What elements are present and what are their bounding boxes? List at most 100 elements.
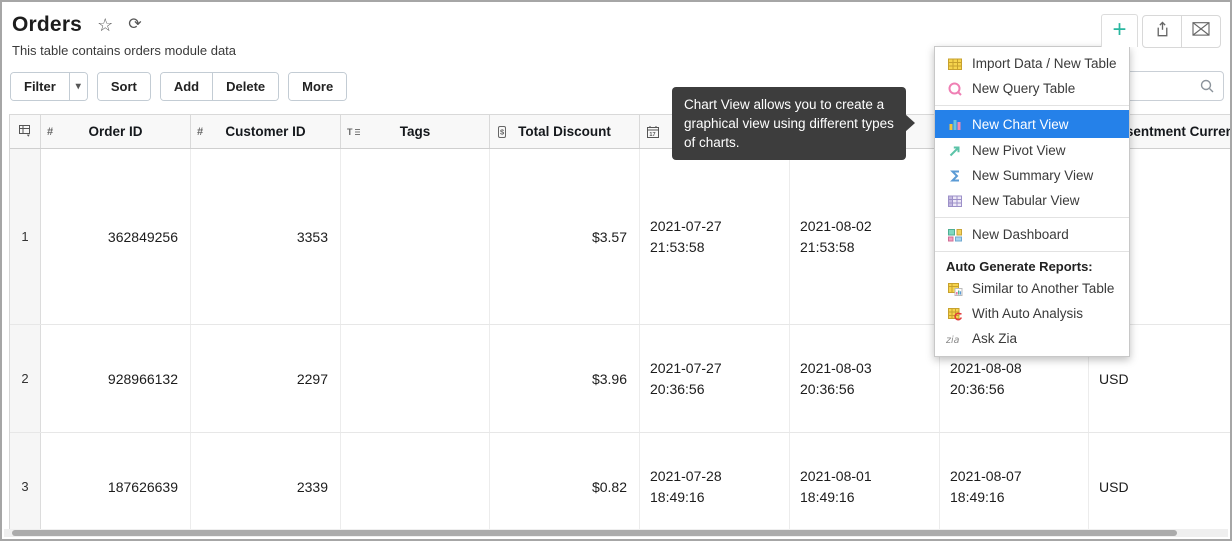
menu-item-label: Similar to Another Table [972, 281, 1114, 296]
row-number: 2 [10, 325, 41, 432]
cell-date-2: 2021-08-03 20:36:56 [790, 325, 940, 432]
text-type-icon: T [347, 126, 361, 138]
similar-table-icon [946, 280, 963, 297]
cell-tags [341, 433, 490, 535]
column-header-order-id[interactable]: # Order ID [41, 115, 191, 148]
cell-tags [341, 325, 490, 432]
menu-separator [935, 251, 1129, 252]
column-header-total-discount[interactable]: $ Total Discount [490, 115, 640, 148]
cell-order-id: 928966132 [41, 325, 191, 432]
menu-item-new-query-table[interactable]: New Query Table [935, 76, 1129, 101]
delete-button[interactable]: Delete [212, 73, 278, 100]
favorite-star-icon[interactable]: ☆ [97, 16, 113, 34]
menu-item-with-auto-analysis[interactable]: With Auto Analysis [935, 301, 1129, 326]
cell-tags [341, 149, 490, 324]
table-select-icon [18, 123, 33, 141]
tooltip-line: of charts. [684, 133, 894, 152]
menu-item-similar-to-another-table[interactable]: Similar to Another Table [935, 276, 1129, 301]
add-delete-button-group: Add Delete [160, 72, 279, 101]
cell-date-1: 2021-07-28 18:49:16 [640, 433, 790, 535]
cell-total-discount: $3.96 [490, 325, 640, 432]
mail-icon [1191, 21, 1211, 42]
menu-item-import-data[interactable]: Import Data / New Table [935, 51, 1129, 76]
menu-item-new-chart-view[interactable]: New Chart View [935, 110, 1129, 138]
column-label: Tags [400, 124, 431, 139]
more-button[interactable]: More [289, 73, 346, 100]
menu-item-label: New Tabular View [972, 193, 1080, 208]
svg-text:zia: zia [946, 334, 960, 345]
more-button-group: More [288, 72, 347, 101]
cell-date-2: 2021-08-02 21:53:58 [790, 149, 940, 324]
select-all-header[interactable] [10, 115, 41, 148]
menu-item-label: New Query Table [972, 81, 1075, 96]
menu-item-ask-zia[interactable]: zia Ask Zia [935, 326, 1129, 351]
cell-customer-id: 2339 [191, 433, 341, 535]
chart-view-tooltip: Chart View allows you to create a graphi… [672, 87, 906, 160]
cell-date-1: 2021-07-27 20:36:56 [640, 325, 790, 432]
menu-item-label: New Dashboard [972, 227, 1069, 242]
share-icon [1153, 20, 1172, 44]
auto-analysis-icon [946, 305, 963, 322]
chart-view-icon [946, 116, 963, 133]
number-type-icon: # [197, 126, 203, 138]
menu-item-new-summary-view[interactable]: New Summary View [935, 163, 1129, 188]
cell-customer-id: 3353 [191, 149, 341, 324]
calendar-type-icon: 17 [646, 125, 660, 139]
share-button[interactable] [1143, 16, 1181, 47]
plus-icon: + [1112, 16, 1126, 43]
action-button-group [1142, 15, 1221, 48]
column-header-tags[interactable]: T Tags [341, 115, 490, 148]
menu-item-label: With Auto Analysis [972, 306, 1083, 321]
menu-separator [935, 217, 1129, 218]
menu-item-label: New Pivot View [972, 143, 1066, 158]
filter-caret-icon[interactable]: ▾ [69, 73, 87, 100]
sort-button-group: Sort [97, 72, 151, 101]
svg-text:T: T [347, 127, 353, 137]
import-table-icon [946, 55, 963, 72]
column-label: Customer ID [225, 124, 305, 139]
filter-button[interactable]: Filter [11, 73, 69, 100]
tooltip-line: Chart View allows you to create a [684, 95, 894, 114]
cell-customer-id: 2297 [191, 325, 341, 432]
add-button[interactable]: Add [161, 73, 212, 100]
menu-item-label: New Chart View [972, 117, 1069, 132]
row-number: 1 [10, 149, 41, 324]
column-label: Total Discount [518, 124, 611, 139]
tabular-view-icon [946, 192, 963, 209]
summary-view-icon [946, 167, 963, 184]
cell-total-discount: $3.57 [490, 149, 640, 324]
refresh-icon[interactable]: ⟳ [128, 17, 141, 33]
horizontal-scrollbar-thumb[interactable] [12, 530, 1177, 536]
column-label: Order ID [88, 124, 142, 139]
cell-date-3: 2021-08-07 18:49:16 [940, 433, 1089, 535]
column-header-customer-id[interactable]: # Customer ID [191, 115, 341, 148]
sort-button[interactable]: Sort [98, 73, 150, 100]
dashboard-icon [946, 226, 963, 243]
menu-item-new-dashboard[interactable]: New Dashboard [935, 222, 1129, 247]
email-button[interactable] [1181, 16, 1220, 47]
row-number: 3 [10, 433, 41, 535]
currency-type-icon: $ [496, 125, 508, 139]
menu-item-new-pivot-view[interactable]: New Pivot View [935, 138, 1129, 163]
cell-order-id: 362849256 [41, 149, 191, 324]
filter-split-button: Filter ▾ [10, 72, 88, 101]
svg-text:$: $ [500, 127, 505, 136]
create-new-button[interactable]: + [1101, 14, 1138, 47]
svg-text:17: 17 [649, 132, 655, 138]
horizontal-scrollbar [4, 529, 1228, 537]
cell-total-discount: $0.82 [490, 433, 640, 535]
page-subtitle: This table contains orders module data [12, 43, 236, 58]
tooltip-line: graphical view using different types [684, 114, 894, 133]
menu-section-auto-generate: Auto Generate Reports: [935, 256, 1129, 276]
menu-separator [935, 105, 1129, 106]
cell-currency: USD [1089, 433, 1232, 535]
menu-item-label: Ask Zia [972, 331, 1017, 346]
page-title: Orders [12, 13, 82, 37]
create-new-menu: Import Data / New Table New Query Table … [934, 46, 1130, 357]
menu-item-new-tabular-view[interactable]: New Tabular View [935, 188, 1129, 213]
table-row: 3 187626639 2339 $0.82 2021-07-28 18:49:… [10, 433, 1232, 535]
search-icon [1199, 78, 1215, 99]
ask-zia-icon: zia [946, 330, 963, 347]
pivot-view-icon [946, 142, 963, 159]
page-header: Orders ☆ ⟳ [12, 13, 142, 37]
